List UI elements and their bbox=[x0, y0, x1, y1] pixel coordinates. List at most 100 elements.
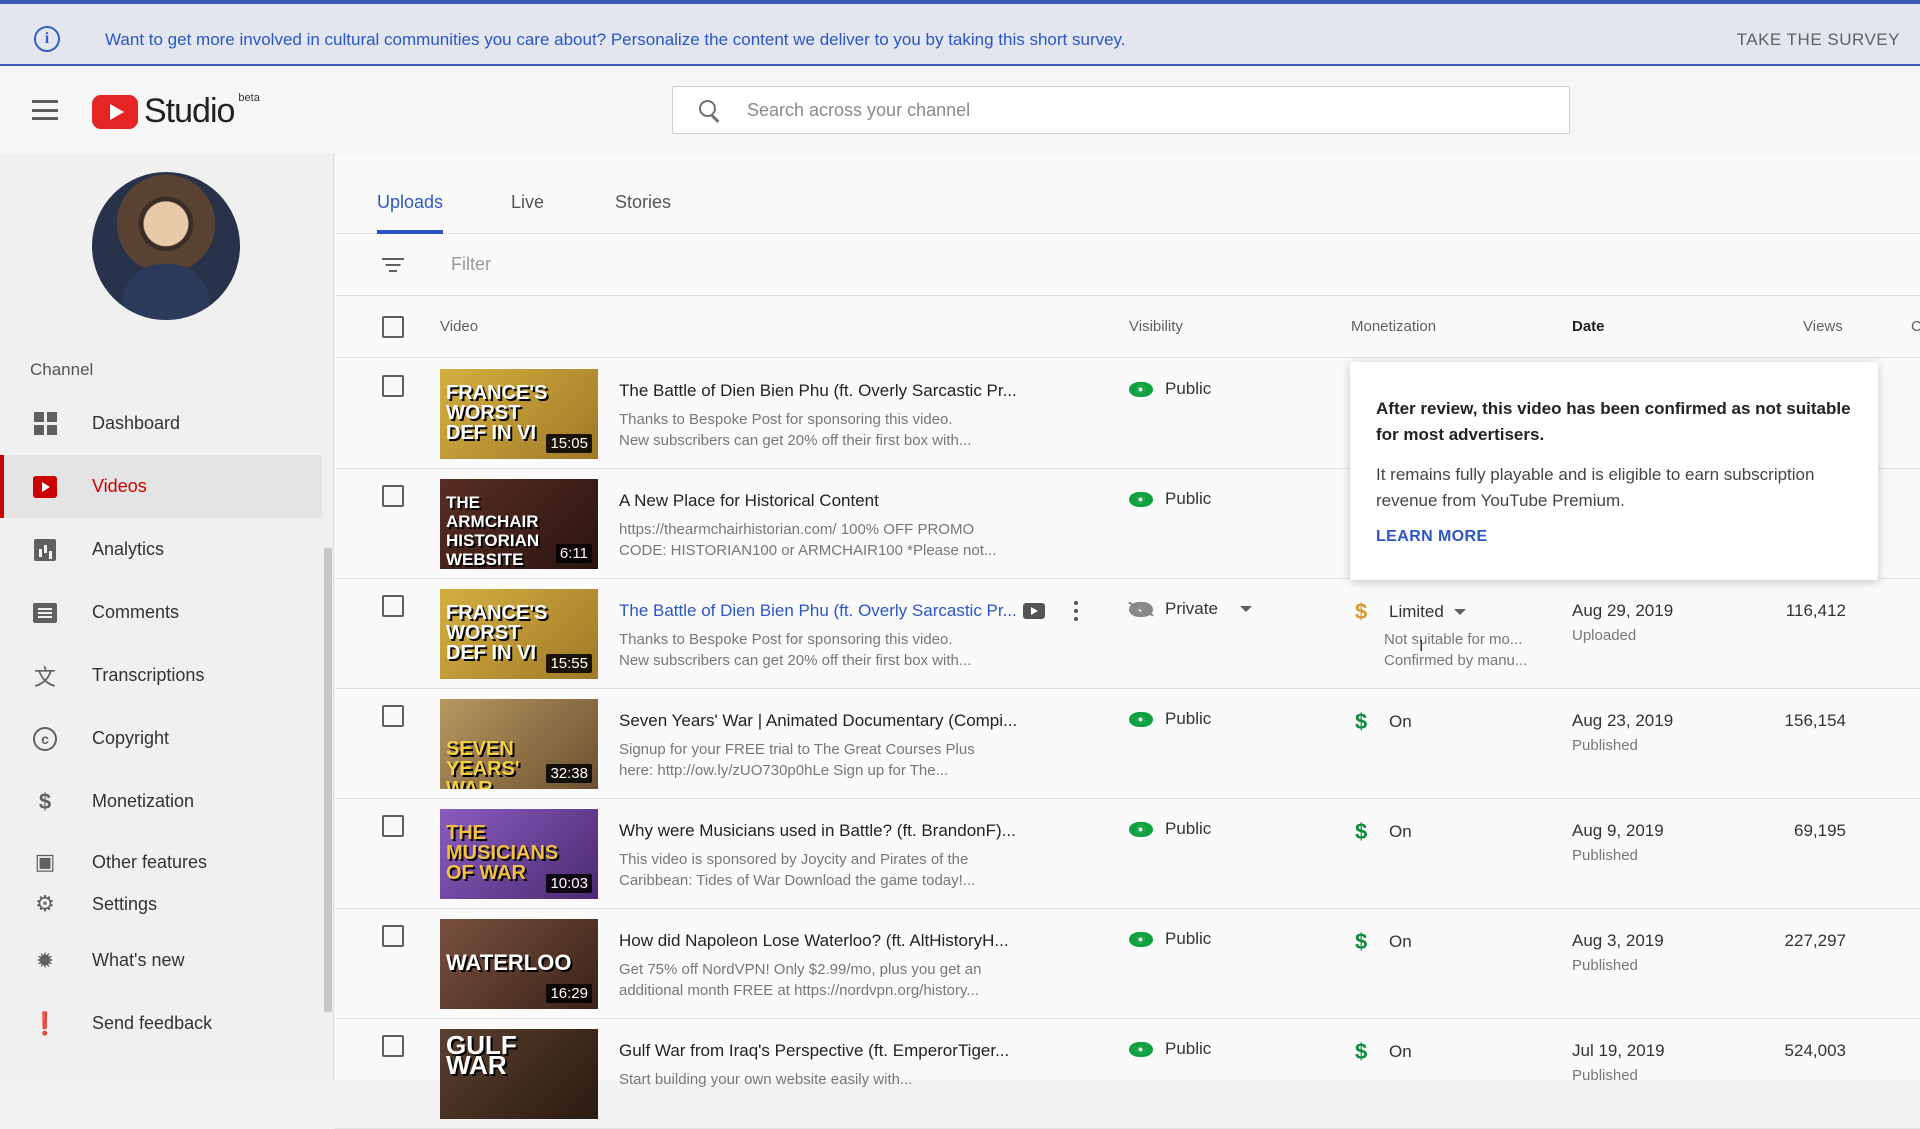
sidebar-scrollbar[interactable] bbox=[324, 548, 332, 1012]
sidebar: Channel Dashboard Videos Analytics Comme… bbox=[0, 154, 334, 1080]
row-checkbox[interactable] bbox=[382, 485, 404, 507]
sidebar-nav: Dashboard Videos Analytics Comments 文 Tr… bbox=[0, 392, 322, 1055]
learn-more-link[interactable]: LEARN MORE bbox=[1376, 528, 1488, 546]
row-checkbox[interactable] bbox=[382, 1035, 404, 1057]
row-checkbox[interactable] bbox=[382, 705, 404, 727]
row-checkbox[interactable] bbox=[382, 595, 404, 617]
video-title[interactable]: Why were Musicians used in Battle? (ft. … bbox=[619, 821, 1016, 841]
visibility-cell[interactable]: Public bbox=[1129, 929, 1211, 949]
dollar-limited-icon: $ bbox=[1355, 599, 1368, 624]
sidebar-item-label: Other features bbox=[92, 851, 208, 872]
visibility-cell[interactable]: Public bbox=[1129, 379, 1211, 399]
video-description: Get 75% off NordVPN! Only $2.99/mo, plus… bbox=[619, 961, 982, 999]
monetization-dropdown[interactable]: $ Limited bbox=[1355, 599, 1466, 625]
menu-icon[interactable] bbox=[32, 100, 58, 120]
studio-logo[interactable]: Studio beta bbox=[92, 92, 260, 131]
eye-icon bbox=[1129, 821, 1153, 837]
table-row[interactable]: Gulf War Gulf War from Iraq's Perspectiv… bbox=[335, 1019, 1920, 1129]
sidebar-item-transcriptions[interactable]: 文 Transcriptions bbox=[0, 644, 322, 707]
header-date[interactable]: Date bbox=[1572, 318, 1605, 335]
survey-banner: i Want to get more involved in cultural … bbox=[0, 0, 1920, 66]
sidebar-item-whats-new[interactable]: ✹ What's new bbox=[0, 929, 322, 992]
sidebar-item-label: Videos bbox=[92, 476, 147, 496]
video-title[interactable]: A New Place for Historical Content bbox=[619, 491, 879, 511]
video-description: This video is sponsored by Joycity and P… bbox=[619, 851, 976, 889]
duration-badge: 15:55 bbox=[546, 654, 592, 673]
search-input[interactable] bbox=[747, 99, 1527, 121]
video-thumbnail[interactable]: Waterloo 16:29 bbox=[440, 919, 598, 1009]
video-thumbnail[interactable]: The Armchair Historian Website 6:11 bbox=[440, 479, 598, 569]
channel-avatar[interactable] bbox=[92, 172, 240, 320]
visibility-cell[interactable]: Public bbox=[1129, 489, 1211, 509]
date-value: Aug 9, 2019 bbox=[1572, 821, 1664, 840]
chevron-down-icon[interactable] bbox=[1453, 609, 1466, 615]
sidebar-item-dashboard[interactable]: Dashboard bbox=[0, 392, 322, 455]
header-video[interactable]: Video bbox=[440, 318, 478, 335]
header-visibility[interactable]: Visibility bbox=[1129, 318, 1183, 335]
sidebar-item-send-feedback[interactable]: ❗ Send feedback bbox=[0, 992, 322, 1055]
eye-icon bbox=[1129, 711, 1153, 727]
thumbnail-caption: The Musicians of War bbox=[446, 822, 559, 884]
sidebar-item-monetization[interactable]: $ Monetization bbox=[0, 770, 322, 833]
header-comments[interactable]: C bbox=[1911, 318, 1920, 335]
monetization-cell[interactable]: $ On bbox=[1355, 929, 1412, 955]
select-all-checkbox[interactable] bbox=[382, 316, 404, 338]
header-monetization[interactable]: Monetization bbox=[1351, 318, 1436, 335]
sidebar-item-copyright[interactable]: c Copyright bbox=[0, 707, 322, 770]
row-checkbox[interactable] bbox=[382, 815, 404, 837]
video-thumbnail[interactable]: The Musicians of War 10:03 bbox=[440, 809, 598, 899]
take-survey-button[interactable]: TAKE THE SURVEY bbox=[1737, 30, 1900, 50]
video-title[interactable]: The Battle of Dien Bien Phu (ft. Overly … bbox=[619, 601, 1017, 621]
header-views[interactable]: Views bbox=[1803, 318, 1843, 335]
row-checkbox[interactable] bbox=[382, 375, 404, 397]
video-thumbnail[interactable]: France's Worst Def in Vi 15:55 bbox=[440, 589, 598, 679]
eye-icon bbox=[1129, 931, 1153, 947]
content-tabs: Uploads Live Stories bbox=[335, 154, 1920, 234]
video-thumbnail[interactable]: Seven Years' War 32:38 bbox=[440, 699, 598, 789]
search-icon[interactable] bbox=[697, 98, 721, 122]
tab-stories[interactable]: Stories bbox=[615, 192, 671, 213]
visibility-dropdown[interactable]: Private bbox=[1129, 599, 1252, 619]
tab-uploads[interactable]: Uploads bbox=[377, 192, 443, 213]
video-title[interactable]: Seven Years' War | Animated Documentary … bbox=[619, 711, 1017, 731]
chevron-down-icon[interactable] bbox=[1239, 606, 1252, 612]
video-description: https://thearmchairhistorian.com/ 100% O… bbox=[619, 521, 997, 559]
sidebar-item-comments[interactable]: Comments bbox=[0, 581, 322, 644]
sidebar-item-other-features[interactable]: ▣ Other features bbox=[0, 841, 322, 883]
analytics-icon bbox=[32, 537, 58, 563]
visibility-cell[interactable]: Public bbox=[1129, 1039, 1211, 1059]
monetization-cell[interactable]: $ On bbox=[1355, 1039, 1412, 1065]
eye-icon bbox=[1129, 491, 1153, 507]
dollar-on-icon: $ bbox=[1355, 819, 1368, 844]
filter-icon[interactable] bbox=[381, 256, 405, 274]
video-title[interactable]: Gulf War from Iraq's Perspective (ft. Em… bbox=[619, 1041, 1009, 1061]
duration-badge: 32:38 bbox=[546, 764, 592, 783]
row-checkbox[interactable] bbox=[382, 925, 404, 947]
monetization-cell[interactable]: $ On bbox=[1355, 819, 1412, 845]
dollar-icon: $ bbox=[38, 788, 52, 814]
visibility-cell[interactable]: Public bbox=[1129, 709, 1211, 729]
sidebar-item-videos[interactable]: Videos bbox=[0, 455, 322, 518]
sidebar-item-settings[interactable]: ⚙ Settings bbox=[0, 883, 322, 925]
video-thumbnail[interactable]: France's Worst Def in Vi 15:05 bbox=[440, 369, 598, 459]
video-title[interactable]: How did Napoleon Lose Waterloo? (ft. Alt… bbox=[619, 931, 1009, 951]
view-on-youtube-icon[interactable] bbox=[1023, 603, 1045, 619]
tab-live[interactable]: Live bbox=[511, 192, 544, 213]
beta-badge: beta bbox=[238, 92, 260, 104]
more-options-icon[interactable] bbox=[1073, 601, 1079, 621]
date-status: Published bbox=[1572, 1067, 1638, 1084]
video-thumbnail[interactable]: Gulf War bbox=[440, 1029, 598, 1119]
logo-wordmark: Studio bbox=[144, 92, 235, 130]
sidebar-item-analytics[interactable]: Analytics bbox=[0, 518, 322, 581]
filter-input[interactable] bbox=[451, 254, 1051, 275]
table-row[interactable]: Waterloo 16:29 How did Napoleon Lose Wat… bbox=[335, 909, 1920, 1019]
search-box bbox=[672, 86, 1570, 134]
table-row[interactable]: France's Worst Def in Vi 15:55 The Battl… bbox=[335, 579, 1920, 689]
thumbnail-caption: France's Worst Def in Vi bbox=[446, 382, 548, 444]
table-row[interactable]: Seven Years' War 32:38 Seven Years' War … bbox=[335, 689, 1920, 799]
visibility-cell[interactable]: Public bbox=[1129, 819, 1211, 839]
monetization-cell[interactable]: $ On bbox=[1355, 709, 1412, 735]
videos-icon bbox=[32, 474, 58, 500]
table-row[interactable]: The Musicians of War 10:03 Why were Musi… bbox=[335, 799, 1920, 909]
video-title[interactable]: The Battle of Dien Bien Phu (ft. Overly … bbox=[619, 381, 1017, 401]
